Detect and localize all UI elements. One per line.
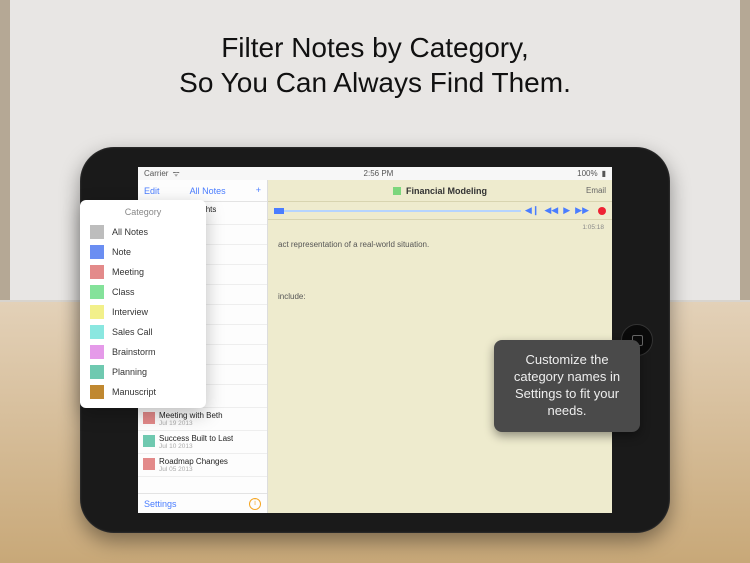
email-button[interactable]: Email <box>586 186 606 195</box>
category-swatch <box>90 285 104 299</box>
category-row[interactable]: Manuscript <box>80 382 206 402</box>
category-swatch <box>90 245 104 259</box>
headline-line-1: Filter Notes by Category, <box>0 30 750 65</box>
note-row-title: Meeting with Beth <box>159 411 223 420</box>
note-row[interactable]: Success Built to LastJul 10 2013 <box>138 431 267 454</box>
sidebar-toolbar: Edit All Notes + <box>138 180 267 202</box>
popover-title: Category <box>80 204 206 222</box>
note-text: Success Built to LastJul 10 2013 <box>159 434 233 450</box>
category-swatch <box>90 365 104 379</box>
note-text: Roadmap ChangesJul 05 2013 <box>159 457 228 473</box>
category-swatch <box>90 385 104 399</box>
settings-button[interactable]: Settings <box>144 499 177 509</box>
category-row[interactable]: Meeting <box>80 262 206 282</box>
note-row-date: Jul 05 2013 <box>159 466 228 473</box>
note-text: Meeting with BethJul 19 2013 <box>159 411 223 427</box>
playback-track[interactable] <box>274 210 521 212</box>
note-row-date: Jul 19 2013 <box>159 420 223 427</box>
note-row-date: Jul 10 2013 <box>159 443 233 450</box>
category-label: All Notes <box>112 227 148 237</box>
status-time: 2:56 PM <box>364 169 394 178</box>
note-row-title: Success Built to Last <box>159 434 233 443</box>
note-row[interactable]: Roadmap ChangesJul 05 2013 <box>138 454 267 477</box>
help-tooltip: Customize the category names in Settings… <box>494 340 640 432</box>
category-swatch <box>90 345 104 359</box>
fast-forward-icon[interactable]: ▶▶ <box>575 205 589 216</box>
category-popover: Category All Notes Note Meeting Class Interv… <box>80 200 206 408</box>
battery-icon: ▮ <box>602 169 606 178</box>
main-toolbar: Financial Modeling Email <box>268 180 612 202</box>
note-title-wrap: Financial Modeling <box>393 186 487 196</box>
status-carrier: Carrier <box>144 169 168 178</box>
category-row[interactable]: Brainstorm <box>80 342 206 362</box>
rewind-icon[interactable]: ◀◀ <box>544 205 558 216</box>
body-line-2: include: <box>278 291 602 303</box>
category-swatch <box>90 225 104 239</box>
play-icon[interactable]: ▶ <box>563 205 570 216</box>
note-title: Financial Modeling <box>406 186 487 196</box>
body-line-1: act representation of a real-world situa… <box>278 239 602 251</box>
timecode: 1:05:18 <box>582 224 604 231</box>
note-row[interactable]: Meeting with BethJul 19 2013 <box>138 408 267 431</box>
category-label: Planning <box>112 367 147 377</box>
note-row-title: Roadmap Changes <box>159 457 228 466</box>
category-label: Meeting <box>112 267 144 277</box>
record-icon[interactable] <box>598 207 606 215</box>
category-label: Sales Call <box>112 327 153 337</box>
note-swatch <box>143 458 155 470</box>
wifi-icon: ᯤ <box>172 168 179 179</box>
note-swatch <box>143 412 155 424</box>
note-category-swatch <box>393 187 401 195</box>
sidebar-footer: Settings i <box>138 493 267 513</box>
headline-line-2: So You Can Always Find Them. <box>0 65 750 100</box>
category-swatch <box>90 325 104 339</box>
category-label: Manuscript <box>112 387 156 397</box>
add-note-button[interactable]: + <box>256 186 261 195</box>
promo-headline: Filter Notes by Category, So You Can Alw… <box>0 30 750 100</box>
status-bar: Carrier ᯤ 2:56 PM 100% ▮ <box>138 167 612 180</box>
category-row[interactable]: Interview <box>80 302 206 322</box>
category-row[interactable]: Planning <box>80 362 206 382</box>
sidebar-title[interactable]: All Notes <box>190 186 226 196</box>
status-battery: 100% <box>577 169 597 178</box>
category-swatch <box>90 305 104 319</box>
category-swatch <box>90 265 104 279</box>
playback-controls: ◀❙ ◀◀ ▶ ▶▶ <box>525 205 606 216</box>
info-icon[interactable]: i <box>249 498 261 510</box>
category-row[interactable]: Note <box>80 242 206 262</box>
category-label: Brainstorm <box>112 347 156 357</box>
playback-bar: ◀❙ ◀◀ ▶ ▶▶ <box>268 202 612 220</box>
category-row[interactable]: Sales Call <box>80 322 206 342</box>
category-row[interactable]: All Notes <box>80 222 206 242</box>
note-swatch <box>143 435 155 447</box>
category-label: Note <box>112 247 131 257</box>
category-label: Class <box>112 287 135 297</box>
category-label: Interview <box>112 307 148 317</box>
skip-back-icon[interactable]: ◀❙ <box>525 205 539 216</box>
category-row[interactable]: Class <box>80 282 206 302</box>
